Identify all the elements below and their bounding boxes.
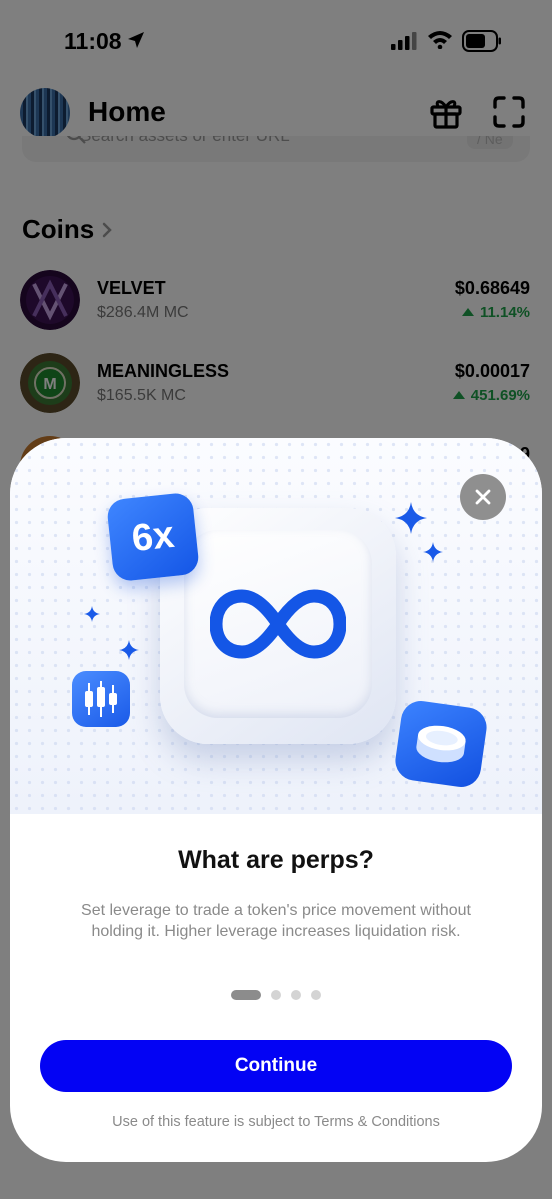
continue-button[interactable]: Continue	[40, 1040, 512, 1092]
coin-icon	[416, 725, 466, 763]
terms-link[interactable]: Use of this feature is subject to Terms …	[10, 1114, 542, 1130]
perps-tile-face	[184, 530, 372, 718]
leverage-badge: 6x	[105, 491, 201, 583]
modal-description: Set leverage to trade a token's price mo…	[81, 902, 471, 940]
page-dot-active[interactable]	[231, 990, 261, 1000]
page-dot[interactable]	[271, 990, 281, 1000]
coin-badge	[392, 698, 490, 790]
infinity-icon	[210, 589, 346, 659]
sparkle-icon	[84, 606, 100, 622]
perps-intro-modal: 6x What are perps? Set leverage to trade…	[10, 438, 542, 1162]
close-button[interactable]	[460, 474, 506, 520]
page-dot[interactable]	[311, 990, 321, 1000]
page-indicator	[10, 990, 542, 1000]
page-dot[interactable]	[291, 990, 301, 1000]
hero-illustration: 6x	[10, 438, 542, 814]
candlestick-icon	[85, 681, 117, 717]
sparkle-icon	[119, 640, 139, 660]
sparkle-icon	[395, 502, 427, 534]
modal-title: What are perps?	[178, 846, 374, 874]
sparkle-icon	[423, 542, 443, 562]
close-icon	[475, 489, 491, 505]
candlestick-badge	[72, 671, 130, 727]
